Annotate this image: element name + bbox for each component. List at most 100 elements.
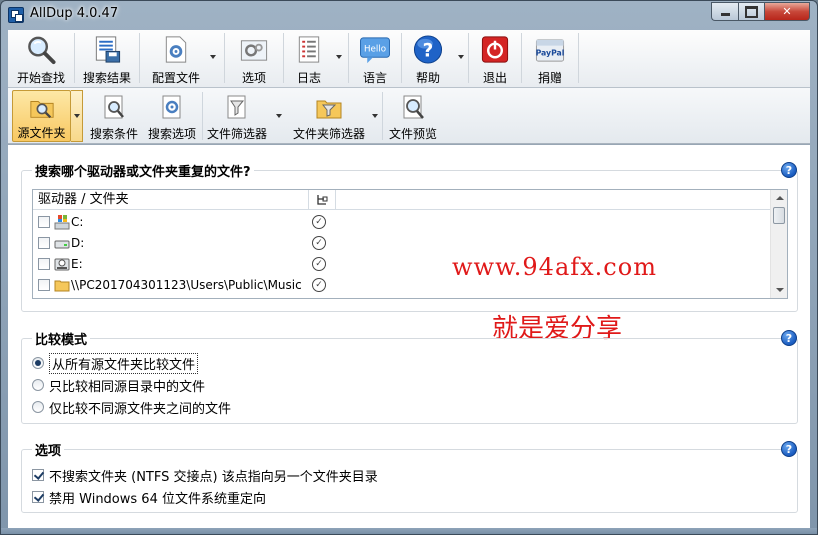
help-glyph: ? <box>423 40 434 61</box>
help-label: 帮助 <box>415 71 440 85</box>
file-filter-label: 文件筛选器 <box>206 127 267 141</box>
help-dropdown-arrow[interactable] <box>458 55 464 59</box>
close-icon: ✕ <box>782 5 792 18</box>
log-label: 日志 <box>296 71 321 85</box>
help-icon[interactable]: ? <box>781 162 797 178</box>
source-folders-group: 搜索哪个驱动器或文件夹重复的文件? ? 驱动器 / 文件夹 C: ✓ D: ✓ … <box>21 161 798 344</box>
toolbar-separator <box>578 33 579 83</box>
title-bar[interactable]: AllDup 4.0.47 ✕ <box>1 1 817 29</box>
row-checkbox[interactable] <box>38 258 50 270</box>
include-subfolders-icon[interactable]: ✓ <box>312 236 326 250</box>
window-bottom-border <box>1 528 817 534</box>
hello-bubble-icon: Hello <box>359 37 391 64</box>
help-button[interactable]: ? 帮助 <box>402 30 464 86</box>
compare-option-label: 仅比较不同源文件夹之间的文件 <box>49 401 232 417</box>
donate-button[interactable]: PayPal 捐赠 <box>522 30 578 86</box>
search-document-icon <box>104 95 124 119</box>
donate-label: 捐赠 <box>537 71 562 85</box>
row-checkbox[interactable] <box>38 216 50 228</box>
options-label: 选项 <box>241 71 266 85</box>
help-icon-glyph: ? <box>785 331 793 345</box>
checkbox[interactable] <box>32 469 44 481</box>
file-filter-icon <box>227 95 246 119</box>
compare-option-all[interactable]: 从所有源文件夹比较文件 <box>32 352 199 374</box>
file-preview-icon <box>403 95 424 119</box>
watermark-url: www.94afx.com <box>452 253 657 281</box>
include-subfolders-icon[interactable]: ✓ <box>312 257 326 271</box>
folder-filter-dropdown-arrow[interactable] <box>372 114 378 118</box>
option-disable-redirection[interactable]: 禁用 Windows 64 位文件系统重定向 <box>32 487 266 507</box>
list-item[interactable]: C: ✓ <box>33 212 771 233</box>
maximize-button[interactable] <box>738 2 765 21</box>
help-icon[interactable]: ? <box>781 330 797 346</box>
magnifier-icon <box>28 36 56 65</box>
help-icon-glyph: ? <box>785 442 793 456</box>
list-item[interactable]: \\PC201704301123\Users\Public\Music ✓ <box>33 275 771 296</box>
row-checkbox[interactable] <box>38 279 50 291</box>
checkbox[interactable] <box>32 491 44 503</box>
file-preview-tab[interactable]: 文件预览 <box>384 90 442 142</box>
compare-option-different[interactable]: 仅比较不同源文件夹之间的文件 <box>32 397 231 417</box>
sub-toolbar-separator <box>202 92 203 140</box>
help-icon-glyph: ? <box>785 163 793 177</box>
search-criteria-label: 搜索条件 <box>89 127 138 141</box>
options-gear-icon <box>240 40 268 61</box>
column-header-drive-folder[interactable]: 驱动器 / 文件夹 <box>33 190 309 210</box>
window-controls: ✕ <box>711 2 810 22</box>
options-group-title: 选项 <box>32 440 65 459</box>
source-folders-tab[interactable]: 源文件夹 <box>12 90 71 142</box>
include-subfolders-icon[interactable]: ✓ <box>312 278 326 292</box>
folder-filter-icon <box>316 100 342 119</box>
results-icon <box>95 36 121 63</box>
file-filter-tab[interactable]: 文件筛选器 <box>204 90 270 142</box>
row-path: \\PC201704301123\Users\Public\Music <box>71 278 302 292</box>
language-button[interactable]: Hello 语言 <box>349 30 401 86</box>
scroll-up-arrow-icon[interactable] <box>776 196 784 200</box>
list-item[interactable]: E: ✓ <box>33 254 771 275</box>
search-options-tab[interactable]: 搜索选项 <box>144 90 200 142</box>
include-subfolders-icon[interactable]: ✓ <box>312 215 326 229</box>
source-folders-list[interactable]: 驱动器 / 文件夹 C: ✓ D: ✓ E: ✓ \\PC20170430112… <box>32 189 788 299</box>
log-icon <box>298 36 320 63</box>
search-options-label: 搜索选项 <box>147 127 196 141</box>
config-file-button[interactable]: 配置文件 <box>140 30 216 86</box>
app-logo-icon <box>8 7 24 23</box>
help-icon: ? <box>413 35 443 64</box>
compare-option-same[interactable]: 只比较相同源目录中的文件 <box>32 375 205 395</box>
search-settings-icon <box>162 95 181 119</box>
source-folders-dropdown[interactable] <box>71 90 83 142</box>
log-button[interactable]: 日志 <box>284 30 342 86</box>
options-button[interactable]: 选项 <box>225 30 283 86</box>
content-panel: 搜索哪个驱动器或文件夹重复的文件? ? 驱动器 / 文件夹 C: ✓ D: ✓ … <box>8 144 810 528</box>
exit-button[interactable]: 退出 <box>469 30 521 86</box>
minimize-button[interactable] <box>711 2 738 21</box>
config-file-icon <box>165 36 187 63</box>
help-icon[interactable]: ? <box>781 441 797 457</box>
option-skip-junctions[interactable]: 不搜索文件夹 (NTFS 交接点) 该点指向另一个文件夹目录 <box>32 465 378 485</box>
folder-filter-label: 文件夹筛选器 <box>292 127 365 141</box>
search-results-button[interactable]: 搜索结果 <box>75 30 139 86</box>
folder-search-icon <box>29 101 54 119</box>
log-dropdown-arrow[interactable] <box>336 55 342 59</box>
compare-option-label: 只比较相同源目录中的文件 <box>49 379 206 395</box>
search-criteria-tab[interactable]: 搜索条件 <box>86 90 142 142</box>
close-button[interactable]: ✕ <box>765 2 810 21</box>
column-header-subfolders[interactable] <box>309 190 336 210</box>
language-label: 语言 <box>362 71 387 85</box>
scroll-down-arrow-icon[interactable] <box>776 288 784 292</box>
config-dropdown-arrow[interactable] <box>210 55 216 59</box>
radio-button[interactable] <box>32 379 44 391</box>
option-label: 不搜索文件夹 (NTFS 交接点) 该点指向另一个文件夹目录 <box>49 469 378 485</box>
radio-button[interactable] <box>32 357 44 369</box>
list-item[interactable]: D: ✓ <box>33 233 771 254</box>
file-preview-label: 文件预览 <box>388 127 437 141</box>
source-group-title: 搜索哪个驱动器或文件夹重复的文件? <box>32 161 254 180</box>
start-search-button[interactable]: 开始查找 <box>8 30 74 86</box>
folder-filter-tab[interactable]: 文件夹筛选器 <box>288 90 370 142</box>
file-filter-dropdown-arrow[interactable] <box>276 114 282 118</box>
list-scrollbar[interactable] <box>770 190 787 298</box>
radio-button[interactable] <box>32 401 44 413</box>
scroll-thumb[interactable] <box>773 207 785 224</box>
option-label: 禁用 Windows 64 位文件系统重定向 <box>49 491 266 507</box>
row-checkbox[interactable] <box>38 237 50 249</box>
